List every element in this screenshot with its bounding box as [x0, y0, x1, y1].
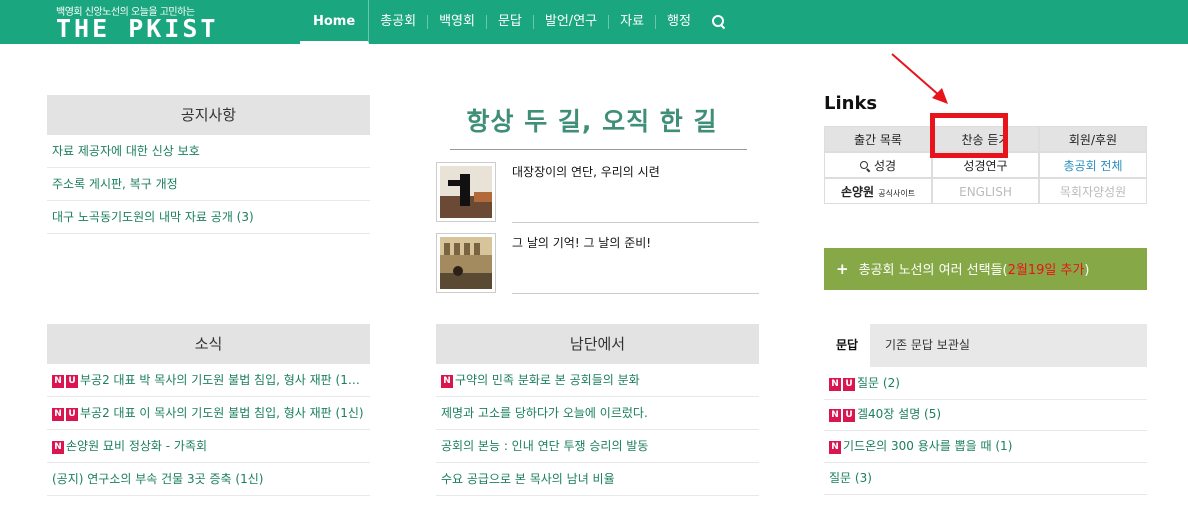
south-item-label: 수요 공급으로 본 목사의 남녀 비율 [441, 472, 615, 486]
links-title: Links [824, 93, 878, 114]
notice-item[interactable]: 자료 제공자에 대한 신상 보호 [47, 135, 370, 168]
search-icon [859, 161, 870, 171]
new-badge: N [829, 378, 841, 391]
qa-item[interactable]: N 기드온의 300 용사를 뽑을 때 (1) [824, 430, 1147, 463]
south-panel-title: 남단에서 [436, 324, 759, 364]
tab-qa[interactable]: 문답 [824, 324, 871, 367]
south-item-label: 공회의 본능 : 인내 연단 투쟁 승리의 발동 [441, 439, 649, 453]
nav-resources[interactable]: 자료 [609, 15, 657, 29]
qa-tabs: 문답 기존 문답 보관실 [824, 324, 1147, 367]
news-panel-title: 소식 [47, 324, 370, 364]
article-thumbnail[interactable] [436, 233, 496, 293]
official-site-label: 공식사이트 [878, 189, 916, 198]
news-item[interactable]: (공지) 연구소의 부속 건물 3곳 증축 (1신) [47, 463, 370, 496]
annotation-arrow [891, 53, 948, 104]
feature-divider [450, 149, 747, 150]
news-item-label: 부공2 대표 이 목사의 기도원 불법 침입, 형사 재판 (1신) [80, 406, 364, 420]
qa-item[interactable]: 질문 (3) [824, 462, 1147, 495]
new-badge: N [52, 375, 64, 388]
news-item[interactable]: N U 부공2 대표 이 목사의 기도원 불법 침입, 형사 재판 (1신) [47, 397, 370, 430]
new-badge: N [52, 441, 64, 454]
news-item[interactable]: N U 부공2 대표 박 목사의 기도원 불법 침입, 형사 재판 (1신) (..… [47, 364, 370, 397]
route-choices-banner[interactable]: + 총공회 노선의 여러 선택들(2월19일 추가) [824, 248, 1147, 290]
nav-qa[interactable]: 문답 [487, 15, 534, 29]
feature-title[interactable]: 항상 두 길, 오직 한 길 [436, 102, 748, 138]
south-item[interactable]: 수요 공급으로 본 목사의 남녀 비율 [436, 463, 759, 496]
bible-link[interactable]: 성경 [824, 152, 932, 178]
banner-close: ) [1084, 263, 1090, 278]
qa-item[interactable]: N U 겔40장 설명 (5) [824, 398, 1147, 431]
banner-text: 총공회 노선의 여러 선택들( [858, 263, 1008, 278]
main-nav: Home 총공회 백영회 문답 발언/연구 자료 행정 [300, 0, 726, 44]
news-item[interactable]: N 손양원 묘비 정상화 - 가족회 [47, 430, 370, 463]
blacksmith-image [440, 166, 492, 218]
qa-item[interactable]: N U 질문 (2) [824, 367, 1147, 400]
article-title[interactable]: 그 날의 기억! 그 날의 준비! [512, 234, 651, 251]
news-item-label: 부공2 대표 박 목사의 기도원 불법 침입, 형사 재판 (1신) (... [80, 373, 370, 387]
search-icon[interactable] [711, 15, 726, 29]
site-logo[interactable]: THE PKIST [56, 14, 218, 43]
updated-badge: U [843, 409, 855, 422]
article-divider [512, 293, 759, 294]
sonyangwon-link[interactable]: 손양원 공식사이트 [824, 178, 932, 204]
updated-badge: U [66, 408, 78, 421]
south-item[interactable]: N 구약의 민족 분화로 본 공회들의 분화 [436, 364, 759, 397]
notice-item[interactable]: 주소록 게시판, 복구 개정 [47, 168, 370, 201]
qa-item-label: 질문 (2) [857, 376, 900, 390]
article-title[interactable]: 대장장이의 연단, 우리의 시련 [512, 163, 660, 180]
nav-home[interactable]: Home [300, 0, 370, 44]
article-thumbnail[interactable] [436, 162, 496, 222]
pastor-training-link[interactable]: 목회자양성원 [1039, 178, 1147, 204]
news-item-label: (공지) 연구소의 부속 건물 3곳 증축 (1신) [52, 472, 264, 486]
new-badge: N [829, 409, 841, 422]
bible-link-label: 성경 [873, 159, 897, 173]
nav-chonggonghoe[interactable]: 총공회 [369, 15, 429, 29]
plus-icon: + [836, 260, 849, 278]
new-badge: N [441, 375, 453, 388]
nav-admin[interactable]: 행정 [656, 15, 702, 29]
south-item-label: 구약의 민족 분화로 본 공회들의 분화 [455, 373, 640, 387]
english-link[interactable]: ENGLISH [932, 178, 1039, 204]
colosseum-image [440, 237, 492, 289]
new-badge: N [52, 408, 64, 421]
updated-badge: U [66, 375, 78, 388]
notice-item[interactable]: 대구 노곡동기도원의 내막 자료 공개 (3) [47, 201, 370, 234]
south-item[interactable]: 제명과 고소를 당하다가 오늘에 이르렀다. [436, 397, 759, 430]
qa-item-label: 기드온의 300 용사를 뽑을 때 (1) [843, 439, 1013, 453]
south-item-label: 제명과 고소를 당하다가 오늘에 이르렀다. [441, 406, 648, 420]
nav-statements[interactable]: 발언/연구 [534, 15, 610, 29]
south-item[interactable]: 공회의 본능 : 인내 연단 투쟁 승리의 발동 [436, 430, 759, 463]
tab-qa-archive[interactable]: 기존 문답 보관실 [873, 324, 982, 367]
banner-highlight: 2월19일 추가 [1007, 263, 1085, 278]
article-divider [512, 222, 759, 223]
top-navigation-bar: 백영회 신앙노선의 오늘을 고민하는 THE PKIST Home 총공회 백영… [0, 0, 1188, 44]
notice-panel-title: 공지사항 [47, 95, 370, 135]
highlight-box [930, 113, 1008, 158]
news-item-label: 손양원 묘비 정상화 - 가족회 [66, 439, 208, 453]
nav-baekyounghoe[interactable]: 백영회 [428, 15, 487, 29]
membership-link[interactable]: 회원/후원 [1039, 126, 1147, 152]
new-badge: N [829, 441, 841, 454]
chonggonghoe-all-link[interactable]: 총공회 전체 [1039, 152, 1147, 178]
qa-item-label: 질문 (3) [829, 471, 872, 485]
updated-badge: U [843, 378, 855, 391]
sonyangwon-label: 손양원 [840, 185, 875, 199]
publication-list-link[interactable]: 출간 목록 [824, 126, 932, 152]
qa-item-label: 겔40장 설명 (5) [857, 407, 942, 421]
